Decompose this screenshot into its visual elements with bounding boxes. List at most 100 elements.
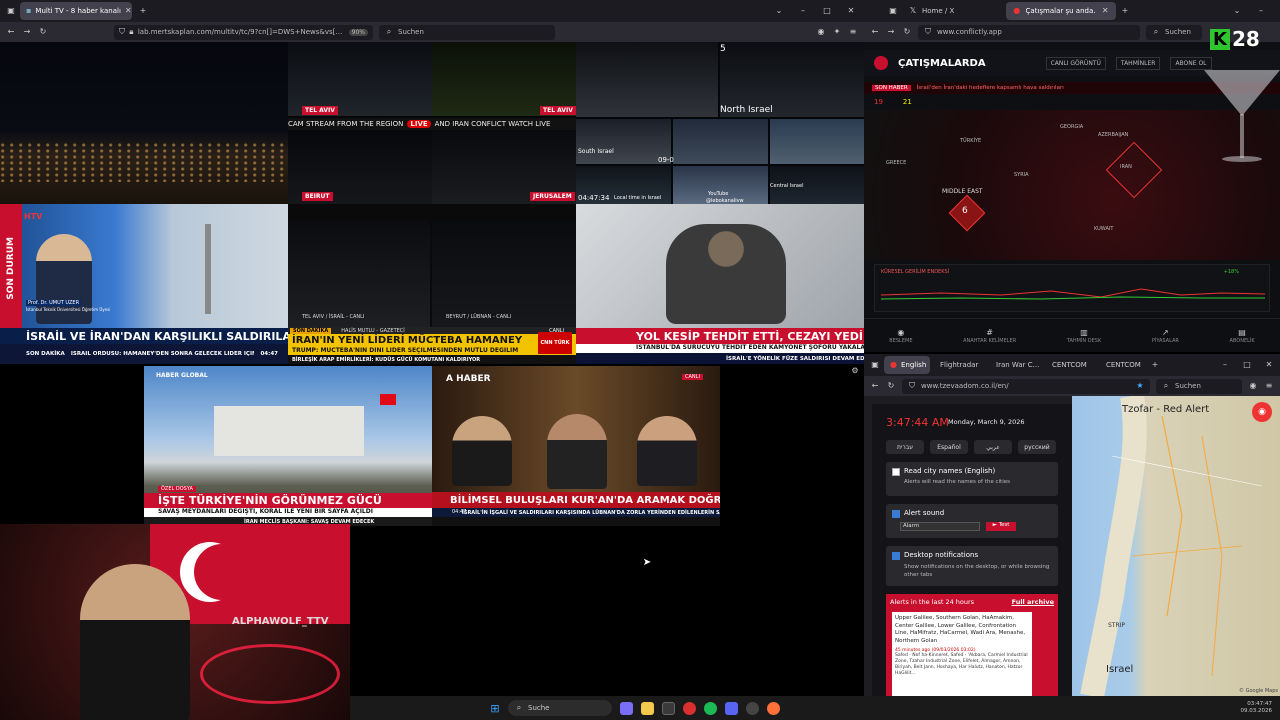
opera-icon[interactable] bbox=[683, 701, 696, 715]
lang-hebrew-button[interactable]: עברית bbox=[886, 440, 924, 454]
forward-icon[interactable]: → bbox=[22, 27, 32, 37]
rb-reload-icon[interactable]: ↻ bbox=[886, 381, 896, 391]
full-archive-link[interactable]: Full archive bbox=[1012, 598, 1054, 606]
rt-list-tabs-icon[interactable]: ⌄ bbox=[1232, 6, 1242, 16]
rt-reload-icon[interactable]: ↻ bbox=[902, 27, 912, 37]
bookmark-star-icon[interactable]: ★ bbox=[1135, 381, 1145, 391]
spotify-icon[interactable] bbox=[704, 701, 717, 715]
tab-multitv[interactable]: ▪ Multi TV - 8 haber kanalı ✕ bbox=[20, 2, 132, 20]
rt-address-bar[interactable]: ⛉ www.conflictly.app bbox=[918, 24, 1140, 40]
rt-back-icon[interactable]: ← bbox=[870, 27, 880, 37]
rb-minimize-icon[interactable]: – bbox=[1220, 360, 1230, 370]
bottom-nav-keywords[interactable]: # ANAHTAR KELİMELER bbox=[963, 328, 1016, 344]
tab-home-x[interactable]: 𝕏 Home / X bbox=[902, 2, 1002, 20]
test-sound-button[interactable]: ► Test bbox=[986, 522, 1016, 531]
desktop-notif-desc: Show notifications on the desktop, or wh… bbox=[904, 564, 1050, 579]
tab-flightradar[interactable]: Flightradar bbox=[934, 356, 986, 374]
video-a-haber[interactable]: A HABER CANLI BİLİMSEL BULUŞLARI KUR'AN'… bbox=[432, 366, 720, 526]
desktop-notif-checkbox[interactable] bbox=[892, 552, 900, 560]
lang-arabic-button[interactable]: عربي bbox=[974, 440, 1012, 454]
rb-back-icon[interactable]: ← bbox=[870, 381, 880, 391]
neon-light bbox=[200, 644, 340, 704]
store-icon[interactable] bbox=[662, 701, 675, 715]
back-icon[interactable]: ← bbox=[6, 27, 16, 37]
rt-new-tab-icon[interactable]: + bbox=[1120, 6, 1130, 16]
lang-russian-button[interactable]: русский bbox=[1018, 440, 1056, 454]
x-logo-icon: 𝕏 bbox=[909, 6, 917, 15]
label-jerusalem: JERUSALEM bbox=[530, 192, 575, 201]
bottom-nav-markets[interactable]: ↗ PİYASALAR bbox=[1152, 328, 1179, 344]
tab-centcom-1[interactable]: CENTCOM bbox=[1046, 356, 1096, 374]
rt-minimize-icon[interactable]: – bbox=[1256, 6, 1266, 16]
system-clock[interactable]: 03:47:47 09.03.2026 bbox=[1241, 701, 1273, 715]
rt-forward-icon[interactable]: → bbox=[886, 27, 896, 37]
alert-map[interactable]: Tzofar - Red Alert ◉ STRIP Israel © Goog… bbox=[1072, 396, 1280, 696]
rb-tab-overview-icon[interactable]: ▣ bbox=[870, 360, 880, 370]
rt-tab-overview-icon[interactable]: ▣ bbox=[888, 6, 898, 16]
video-cam-grid[interactable]: TEL AVIV TEL AVIV CAM STREAM FROM THE RE… bbox=[288, 42, 576, 204]
taskbar-search[interactable]: ⌕ Suche bbox=[508, 700, 612, 716]
lang-spanish-button[interactable]: Español bbox=[930, 440, 968, 454]
search-box[interactable]: ⌕ Suchen bbox=[379, 24, 555, 40]
alert-sound-checkbox[interactable] bbox=[892, 510, 900, 518]
list-tabs-icon[interactable]: ⌄ bbox=[774, 6, 784, 16]
nav-live[interactable]: CANLI GÖRÜNTÜ bbox=[1045, 56, 1106, 70]
new-tab-icon[interactable]: + bbox=[138, 6, 148, 16]
video-road-rage[interactable]: YOL KESİP TEHDİT ETTİ, CEZAYI YEDİ İSTAN… bbox=[576, 204, 864, 364]
tab-english[interactable]: ● English bbox=[884, 356, 930, 374]
rb-address-bar[interactable]: ⛉ www.tzevaadom.co.il/en/ ★ bbox=[902, 378, 1150, 394]
zoom-level[interactable]: 90% bbox=[348, 28, 368, 36]
rb-maximize-icon[interactable]: □ bbox=[1242, 360, 1252, 370]
rb-menu-icon[interactable]: ≡ bbox=[1264, 381, 1274, 391]
guest-right bbox=[637, 416, 697, 486]
video-cnn-turk[interactable]: TEL AVIV / İSRAİL - CANLI BEYRUT / LÜBNA… bbox=[288, 204, 576, 364]
cnn-ticker: BİRLEŞİK ARAP EMİRLİKLERİ: KUDÜS GÜCÜ KO… bbox=[288, 355, 576, 364]
account-icon[interactable]: ◉ bbox=[816, 27, 826, 37]
close-tab-icon[interactable]: ✕ bbox=[125, 6, 132, 16]
read-names-checkbox[interactable] bbox=[892, 468, 900, 476]
rt-close-tab-icon[interactable]: ✕ bbox=[1100, 6, 1110, 16]
maximize-icon[interactable]: □ bbox=[822, 6, 832, 16]
video-htv[interactable]: SON DURUM HTV Prof. Dr. UMUT UZER İstanb… bbox=[0, 204, 288, 364]
tab-iran-war-title: Iran War C... bbox=[996, 361, 1040, 369]
reload-icon[interactable]: ↻ bbox=[38, 27, 48, 37]
tab-conflictly-title: Çatışmalar şu anda... bbox=[1025, 7, 1097, 15]
close-window-icon[interactable]: ✕ bbox=[846, 6, 856, 16]
windows-start-icon[interactable]: ⊞ bbox=[490, 703, 500, 714]
discord-icon[interactable] bbox=[725, 701, 738, 715]
tab-conflictly[interactable]: ● Çatışmalar şu anda... ✕ bbox=[1006, 2, 1116, 20]
conflict-map[interactable]: 6 TÜRKİYE GEORGIA AZERBAIJAN MIDDLE EAST… bbox=[864, 110, 1280, 260]
a-haber-live: CANLI bbox=[682, 374, 703, 380]
map-label-iran: IRAN bbox=[1120, 164, 1132, 170]
cam-clock: 04:47:34 bbox=[578, 194, 610, 202]
nav-subscribe[interactable]: ABONE OL bbox=[1170, 56, 1212, 70]
current-date: Monday, March 9, 2026 bbox=[948, 418, 1025, 426]
rb-close-window-icon[interactable]: ✕ bbox=[1264, 360, 1274, 370]
extensions-icon[interactable]: ✦ bbox=[832, 27, 842, 37]
alert-sound-select[interactable]: Alarm bbox=[900, 522, 980, 531]
video-israel-cams[interactable]: 5 North Israel South Israel 09-0 Central… bbox=[576, 42, 864, 204]
minimize-icon[interactable]: – bbox=[798, 6, 808, 16]
obs-icon[interactable] bbox=[746, 701, 759, 715]
rb-account-icon[interactable]: ◉ bbox=[1248, 381, 1258, 391]
address-bar[interactable]: ⛉ 🔒︎ lab.mertskaplan.com/multitv/tc/9?cn… bbox=[114, 24, 373, 40]
rt-search-box[interactable]: ⌕ Suchen bbox=[1146, 24, 1202, 40]
rb-new-tab-icon[interactable]: + bbox=[1150, 360, 1160, 370]
cam-ticker-text: CAM STREAM FROM THE REGION bbox=[288, 120, 404, 128]
caption-tel-aviv: TEL AVIV / İSRAİL - CANLI bbox=[302, 314, 365, 320]
bottom-nav-feed[interactable]: ◉ BESLEME bbox=[889, 328, 912, 344]
rb-search-box[interactable]: ⌕ Suchen bbox=[1156, 378, 1242, 394]
gear-icon[interactable]: ⚙ bbox=[850, 366, 860, 376]
video-night-city[interactable] bbox=[0, 42, 288, 204]
video-haber-global[interactable]: HABER GLOBAL ÖZEL DOSYA İŞTE TÜRKİYE'NİN… bbox=[144, 366, 432, 526]
firefox-icon[interactable] bbox=[767, 701, 780, 715]
file-explorer-icon[interactable] bbox=[641, 701, 654, 715]
bottom-nav-subscription[interactable]: ▤ ABONELİK bbox=[1230, 328, 1255, 344]
menu-icon[interactable]: ≡ bbox=[848, 27, 858, 37]
nav-forecast[interactable]: TAHMİNLER bbox=[1115, 56, 1161, 70]
tab-centcom-2[interactable]: CENTCOM bbox=[1100, 356, 1150, 374]
teams-icon[interactable] bbox=[620, 701, 633, 715]
tab-iran-war[interactable]: Iran War C... bbox=[990, 356, 1042, 374]
bottom-nav-forecast[interactable]: ▥ TAHMİN DESK bbox=[1067, 328, 1101, 344]
tab-overview-icon[interactable]: ▣ bbox=[6, 6, 16, 16]
